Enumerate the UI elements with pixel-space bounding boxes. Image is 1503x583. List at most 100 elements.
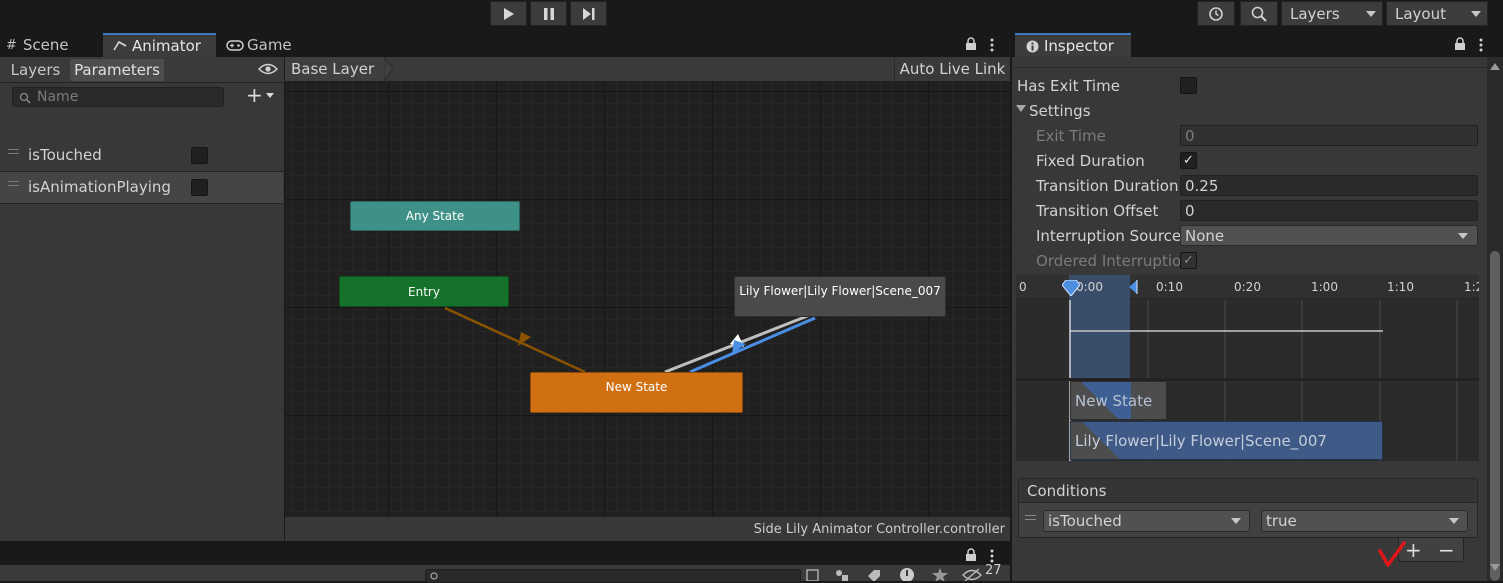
settings-foldout[interactable]: Settings (1029, 102, 1091, 120)
tab-game[interactable]: Game (226, 33, 306, 57)
lock-icon[interactable] (1454, 37, 1466, 51)
filter-icon[interactable] (806, 569, 820, 581)
auto-live-link-button[interactable]: Auto Live Link (894, 57, 1010, 81)
scroll-up-icon[interactable] (1490, 63, 1500, 70)
layout-dropdown[interactable]: Layout (1386, 1, 1488, 26)
project-toolbar: 27 (0, 563, 1010, 583)
lock-icon[interactable] (965, 548, 977, 562)
inspector-scrollbar[interactable] (1487, 57, 1503, 581)
conditions-header: Conditions (1018, 478, 1478, 502)
transition-end-marker-icon[interactable] (1129, 280, 1138, 294)
transition-timeline[interactable]: 0 0:00 0:10 0:20 1:00 1:10 1:2 New State… (1016, 275, 1479, 461)
state-label: New State (605, 380, 668, 394)
tab-inspector[interactable]: Inspector (1015, 33, 1131, 57)
scrollbar-thumb[interactable] (1490, 251, 1500, 581)
exit-time-label: Exit Time (1036, 127, 1106, 145)
interruption-source-value: None (1185, 226, 1225, 245)
drag-handle-icon[interactable] (8, 149, 19, 154)
search-button[interactable] (1240, 1, 1278, 26)
more-menu-icon[interactable] (989, 38, 995, 52)
transition-duration-value: 0.25 (1185, 176, 1219, 195)
tab-inspector-label: Inspector (1044, 37, 1114, 55)
tab-parameters[interactable]: Parameters (70, 59, 164, 81)
type-filter-icon[interactable] (834, 568, 850, 581)
fixed-duration-checkbox[interactable]: ✓ (1180, 152, 1197, 169)
transition-offset-field[interactable]: 0 (1180, 200, 1478, 221)
state-label: Any State (405, 209, 465, 223)
timeline-track-destination[interactable]: Lily Flower|Lily Flower|Scene_007 (1070, 421, 1383, 460)
condition-parameter-dropdown[interactable]: isTouched (1043, 510, 1250, 532)
pause-button[interactable] (530, 1, 567, 26)
more-menu-icon[interactable] (989, 549, 995, 563)
drag-handle-icon[interactable] (1025, 515, 1036, 520)
ordered-interruption-checkbox[interactable]: ✓ (1180, 252, 1197, 269)
chevron-down-icon (1366, 11, 1376, 17)
interruption-source-label: Interruption Source (1036, 227, 1182, 245)
tab-scene[interactable]: # Scene (6, 33, 100, 57)
star-icon[interactable] (932, 568, 948, 581)
layout-label: Layout (1395, 4, 1446, 23)
window-tab-bar: # Scene Animator Game (0, 33, 1010, 57)
scroll-down-icon[interactable] (1490, 564, 1500, 571)
animator-side-tabs: Layers Parameters (0, 57, 284, 83)
condition-value: true (1266, 512, 1297, 530)
divider (1013, 57, 1489, 68)
transition-start-marker-icon[interactable] (1062, 280, 1080, 296)
condition-value-dropdown[interactable]: true (1261, 510, 1468, 532)
new-state-node[interactable]: New State (530, 372, 743, 413)
layers-label: Layers (1290, 4, 1340, 23)
warning-icon[interactable] (899, 567, 915, 581)
breadcrumb-arrow-icon (384, 57, 394, 81)
track-label: New State (1075, 392, 1153, 410)
parameter-row[interactable]: isAnimationPlaying (0, 172, 283, 204)
parameter-row[interactable]: isTouched (0, 140, 283, 172)
entry-node[interactable]: Entry (339, 276, 509, 307)
animator-graph[interactable]: Any State Entry Lily Flower|Lily Flower|… (285, 82, 1010, 516)
search-icon (1251, 6, 1267, 22)
exit-time-field[interactable]: 0 (1180, 125, 1478, 146)
has-exit-time-label: Has Exit Time (1017, 77, 1120, 95)
animator-window: # Scene Animator Game Layers Parameters N… (0, 33, 1010, 583)
parameter-toggle[interactable] (191, 147, 208, 164)
inspector-tab-bar: Inspector (1012, 33, 1503, 57)
controller-file-name: Side Lily Animator Controller.controller (753, 522, 1005, 537)
condition-parameter-value: isTouched (1048, 512, 1122, 530)
grid-icon: # (6, 37, 17, 53)
parameter-toggle[interactable] (191, 179, 208, 196)
visibility-icon[interactable] (962, 568, 982, 581)
drag-handle-icon[interactable] (8, 181, 19, 186)
lock-icon[interactable] (965, 37, 977, 51)
has-exit-time-checkbox[interactable] (1180, 77, 1197, 94)
interruption-source-dropdown[interactable]: None (1180, 225, 1478, 246)
chevron-down-icon (265, 92, 274, 98)
parameters-panel: Name + isTouched isAnimationPlaying (0, 83, 284, 567)
history-button[interactable] (1197, 1, 1235, 26)
any-state-node[interactable]: Any State (350, 201, 520, 231)
play-button[interactable] (490, 1, 527, 26)
transition-duration-field[interactable]: 0.25 (1180, 175, 1478, 196)
lily-flower-state-node[interactable]: Lily Flower|Lily Flower|Scene_007 (734, 276, 946, 317)
info-icon (1026, 40, 1039, 52)
breadcrumb[interactable]: Base Layer (285, 57, 385, 81)
chevron-down-icon (1449, 518, 1459, 524)
add-icon: + (246, 83, 263, 107)
exit-time-value: 0 (1185, 126, 1195, 145)
layers-dropdown[interactable]: Layers (1281, 1, 1383, 26)
conditions-title: Conditions (1027, 482, 1107, 500)
remove-condition-button[interactable]: − (1438, 538, 1455, 562)
label-icon[interactable] (866, 568, 882, 581)
eye-icon[interactable] (258, 63, 278, 75)
red-checkmark-annotation-icon (1378, 541, 1406, 567)
transition-offset-label: Transition Offset (1036, 202, 1159, 220)
tab-layers[interactable]: Layers (4, 59, 67, 81)
add-condition-button[interactable]: + (1405, 538, 1422, 562)
transition-offset-value: 0 (1185, 201, 1195, 220)
search-icon (19, 92, 31, 104)
step-button[interactable] (570, 1, 607, 26)
parameter-search-field[interactable]: Name (12, 87, 224, 107)
more-menu-icon[interactable] (1478, 38, 1484, 52)
timeline-track-source[interactable]: New State (1070, 381, 1167, 420)
foldout-arrow-icon[interactable] (1016, 105, 1026, 113)
tab-animator[interactable]: Animator (103, 33, 216, 57)
add-parameter-button[interactable]: + (246, 83, 282, 107)
